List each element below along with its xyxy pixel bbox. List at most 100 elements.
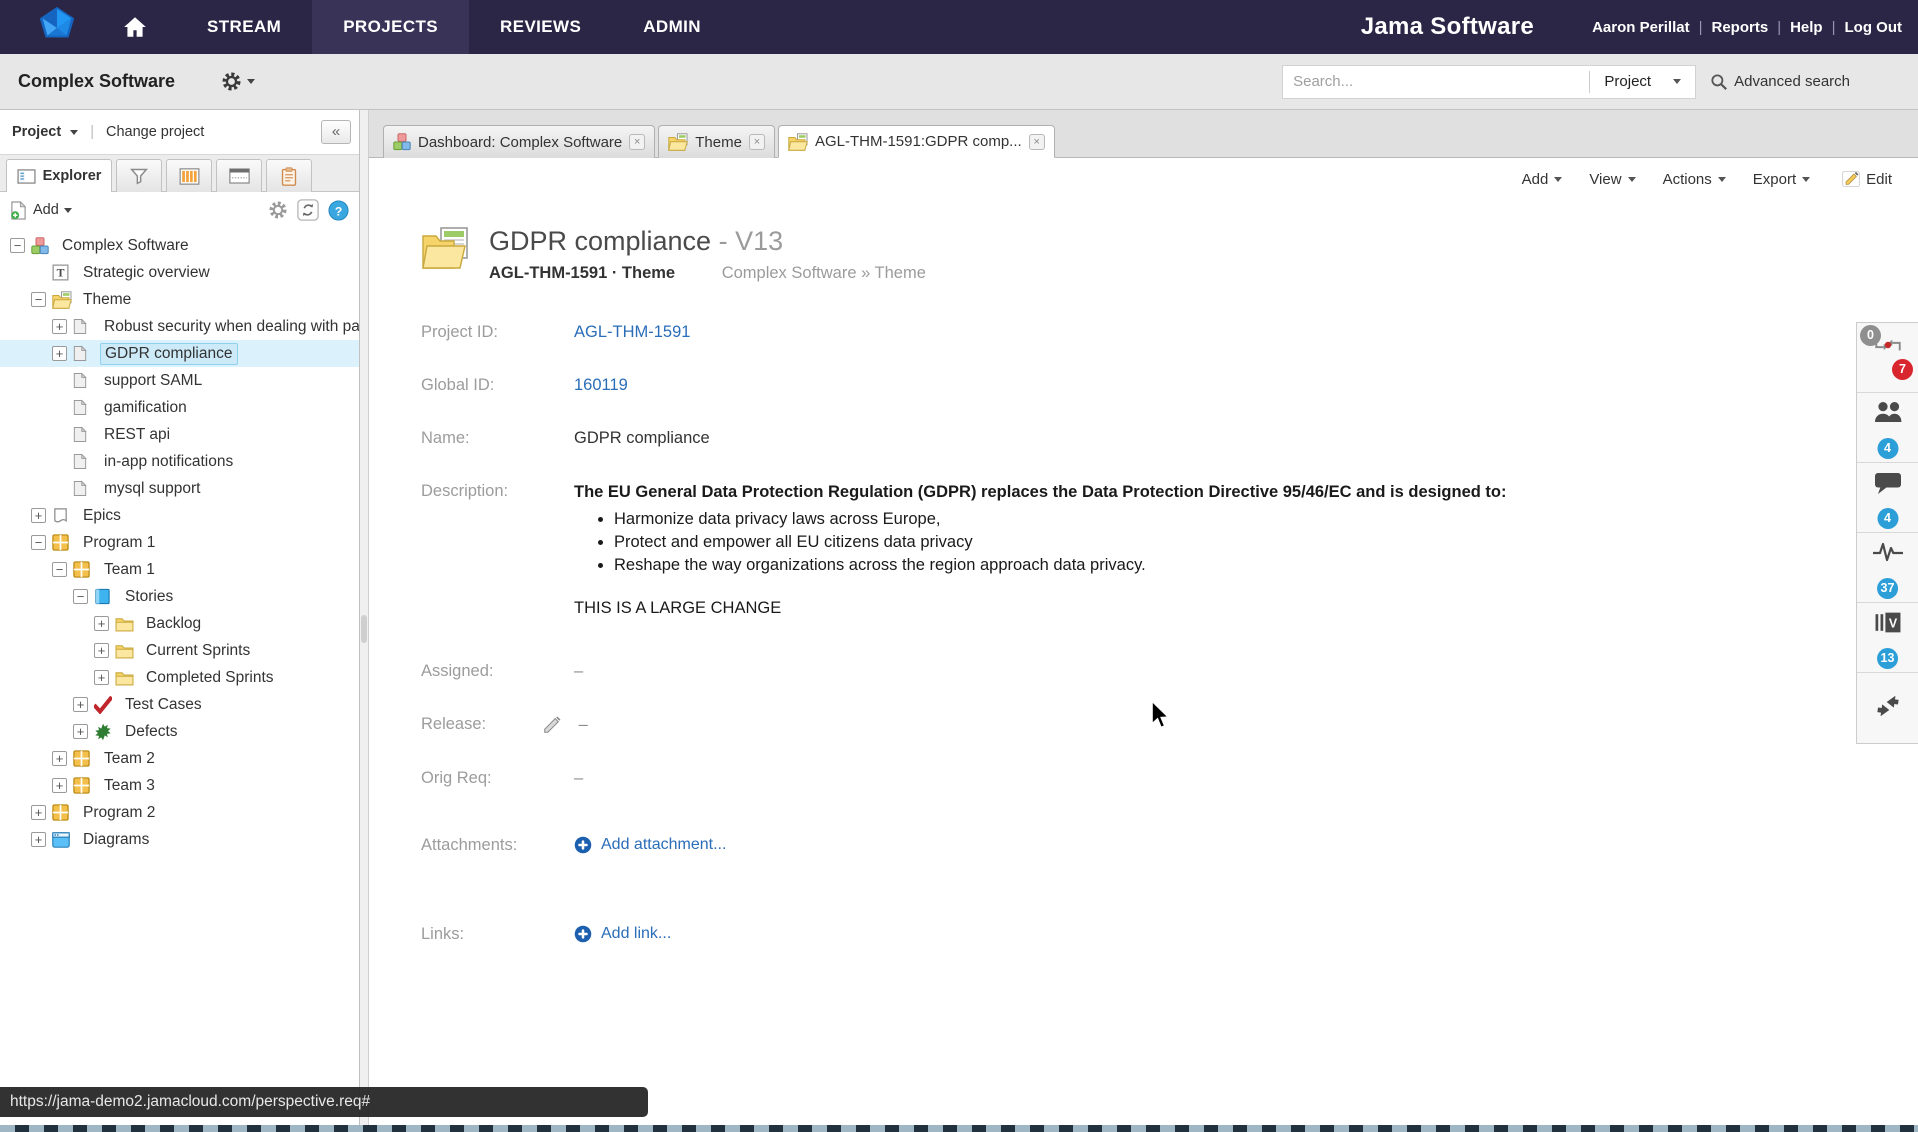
- expand-expander-icon[interactable]: +: [73, 724, 88, 739]
- expand-expander-icon[interactable]: +: [52, 346, 67, 361]
- rail-comments-button[interactable]: 4: [1857, 463, 1918, 533]
- view-menu-button[interactable]: View: [1589, 171, 1635, 188]
- tree-item-program-2[interactable]: +Program 2: [0, 799, 359, 826]
- field-label: Attachments:: [421, 836, 574, 859]
- refresh-button[interactable]: [297, 199, 319, 221]
- search-input[interactable]: [1283, 73, 1589, 90]
- collapse-expander-icon[interactable]: −: [31, 535, 46, 550]
- advanced-search-link[interactable]: Advanced search: [1710, 73, 1850, 91]
- tree-item-current-sprints[interactable]: +Current Sprints: [0, 637, 359, 664]
- collapse-sidebar-button[interactable]: «: [321, 120, 351, 144]
- item-version: - V13: [719, 226, 784, 256]
- project-cubes-icon: [31, 237, 51, 255]
- sidebar-splitter[interactable]: [360, 110, 369, 1132]
- user-link-log-out[interactable]: Log Out: [1845, 19, 1902, 36]
- tab-test-plans[interactable]: [266, 159, 312, 192]
- tree-item-completed-sprints[interactable]: +Completed Sprints: [0, 664, 359, 691]
- tree-item-epics[interactable]: +Epics: [0, 502, 359, 529]
- tab-views[interactable]: [216, 159, 262, 192]
- expand-expander-icon[interactable]: +: [31, 508, 46, 523]
- user-link-help[interactable]: Help: [1790, 19, 1823, 36]
- expand-expander-icon[interactable]: +: [31, 805, 46, 820]
- close-icon[interactable]: ×: [629, 134, 645, 150]
- tree-item-team-2[interactable]: +Team 2: [0, 745, 359, 772]
- tree-item-in-app-notifications[interactable]: in-app notifications: [0, 448, 359, 475]
- global-id-link[interactable]: 160119: [574, 376, 628, 394]
- export-menu-button[interactable]: Export: [1753, 171, 1810, 188]
- tree-item-team-1[interactable]: −Team 1: [0, 556, 359, 583]
- pencil-icon: [542, 715, 562, 735]
- expand-expander-icon[interactable]: +: [31, 832, 46, 847]
- doc-tab-agl-thm-1591-gdpr-comp[interactable]: AGL-THM-1591:GDPR comp...×: [778, 125, 1055, 158]
- expand-expander-icon[interactable]: +: [52, 751, 67, 766]
- rail-sync-items-button[interactable]: [1857, 673, 1918, 743]
- sidebar-header: Project | Change project «: [0, 110, 359, 154]
- nav-item-admin[interactable]: ADMIN: [612, 0, 732, 54]
- expand-expander-icon[interactable]: +: [52, 778, 67, 793]
- close-icon[interactable]: ×: [1029, 134, 1045, 150]
- doc-tab-dashboard-complex-software[interactable]: Dashboard: Complex Software×: [383, 125, 655, 158]
- search-scope-select[interactable]: Project: [1590, 73, 1695, 90]
- tree-item-diagrams[interactable]: +Diagrams: [0, 826, 359, 853]
- tree-item-team-3[interactable]: +Team 3: [0, 772, 359, 799]
- tree-item-complex-software[interactable]: −Complex Software: [0, 232, 359, 259]
- project-settings-menu[interactable]: [221, 71, 255, 92]
- rail-activity-stream-button[interactable]: 37: [1857, 533, 1918, 603]
- project-id-link[interactable]: AGL-THM-1591: [574, 323, 690, 341]
- chevron-down-icon: [1554, 177, 1562, 182]
- tree-item-gdpr-compliance[interactable]: +GDPR compliance: [0, 340, 359, 367]
- tree-item-strategic-overview[interactable]: TStrategic overview: [0, 259, 359, 286]
- collapse-expander-icon[interactable]: −: [73, 589, 88, 604]
- right-rail: 074437V13: [1856, 322, 1918, 744]
- tree-item-program-1[interactable]: −Program 1: [0, 529, 359, 556]
- help-button[interactable]: ?: [328, 200, 349, 221]
- project-menu-button[interactable]: Project: [12, 124, 78, 140]
- tree-item-stories[interactable]: −Stories: [0, 583, 359, 610]
- edit-release-button[interactable]: [542, 715, 562, 735]
- search-icon: [1710, 73, 1728, 91]
- tree-item-support-saml[interactable]: support SAML: [0, 367, 359, 394]
- edit-button[interactable]: Edit: [1841, 169, 1892, 189]
- rail-relationships-button[interactable]: 07: [1857, 323, 1918, 393]
- tree-item-defects[interactable]: +Defects: [0, 718, 359, 745]
- user-link-aaron-perillat[interactable]: Aaron Perillat: [1592, 19, 1690, 36]
- expand-expander-icon[interactable]: +: [52, 319, 67, 334]
- nav-item-reviews[interactable]: REVIEWS: [469, 0, 612, 54]
- tab-explorer[interactable]: Explorer: [6, 159, 112, 192]
- doc-tab-theme[interactable]: Theme×: [658, 125, 775, 158]
- actions-menu-button[interactable]: Actions: [1663, 171, 1726, 188]
- collapse-expander-icon[interactable]: −: [52, 562, 67, 577]
- tree-settings-button[interactable]: [268, 200, 288, 220]
- tree-item-test-cases[interactable]: +Test Cases: [0, 691, 359, 718]
- tab-coverage[interactable]: [166, 159, 212, 192]
- tree-item-mysql-support[interactable]: mysql support: [0, 475, 359, 502]
- add-menu-button[interactable]: Add: [1522, 171, 1563, 188]
- change-project-button[interactable]: Change project: [106, 124, 204, 140]
- add-attachment-button[interactable]: Add attachment...: [574, 836, 726, 854]
- expand-expander-icon[interactable]: +: [94, 643, 109, 658]
- expand-expander-icon[interactable]: +: [94, 616, 109, 631]
- jama-logo-icon[interactable]: [34, 5, 80, 49]
- home-icon[interactable]: [122, 15, 148, 39]
- tree-item-robust-security-when-dealing-with-pa[interactable]: +Robust security when dealing with pa: [0, 313, 359, 340]
- add-link-button[interactable]: Add link...: [574, 925, 671, 943]
- tab-filter[interactable]: [116, 159, 162, 192]
- splitter-grip[interactable]: [361, 615, 367, 643]
- user-link-reports[interactable]: Reports: [1712, 19, 1769, 36]
- expand-expander-icon[interactable]: +: [73, 697, 88, 712]
- add-button[interactable]: Add: [33, 202, 59, 218]
- nav-item-projects[interactable]: PROJECTS: [312, 0, 469, 54]
- rail-connected-users-button[interactable]: 4: [1857, 393, 1918, 463]
- tree-item-theme[interactable]: −Theme: [0, 286, 359, 313]
- expand-expander-icon[interactable]: +: [94, 670, 109, 685]
- close-icon[interactable]: ×: [749, 134, 765, 150]
- tree-item-gamification[interactable]: gamification: [0, 394, 359, 421]
- tree-item-rest-api[interactable]: REST api: [0, 421, 359, 448]
- collapse-expander-icon[interactable]: −: [31, 292, 46, 307]
- rail-versions-button[interactable]: V13: [1857, 603, 1918, 673]
- status-url-tooltip: https://jama-demo2.jamacloud.com/perspec…: [0, 1087, 648, 1117]
- collapse-expander-icon[interactable]: −: [10, 238, 25, 253]
- refresh-icon: [297, 199, 319, 221]
- nav-item-stream[interactable]: STREAM: [176, 0, 312, 54]
- tree-item-backlog[interactable]: +Backlog: [0, 610, 359, 637]
